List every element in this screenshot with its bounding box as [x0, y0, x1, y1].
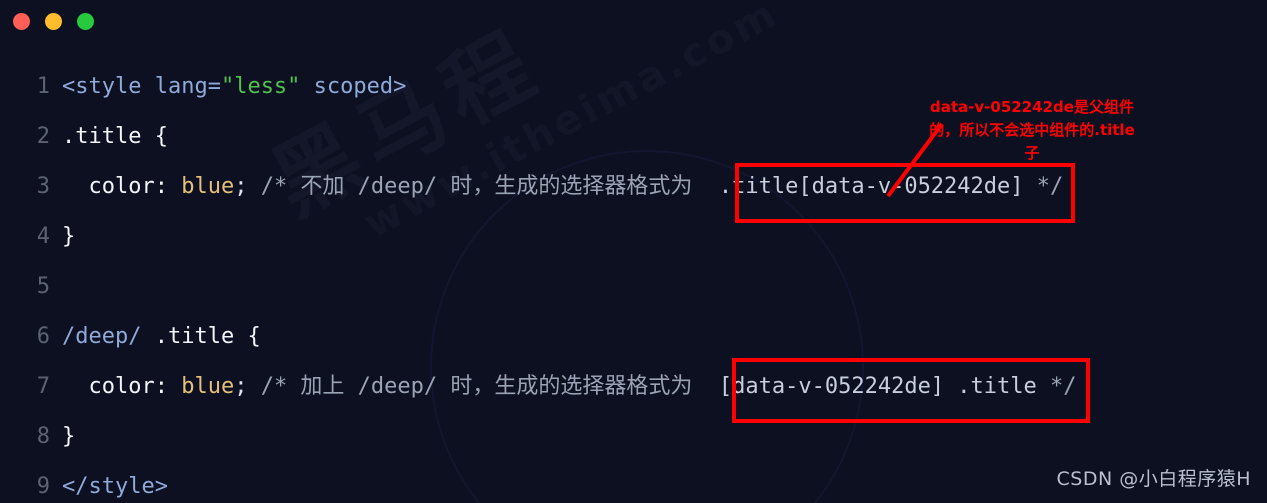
code-token: }: [62, 224, 76, 249]
line-number: 6: [36, 324, 50, 349]
line-number: 9: [36, 474, 50, 499]
code-token: .title {: [62, 124, 168, 149]
code-line[interactable]: 7 color: blue; /* 加上 /deep/ 时，生成的选择器格式为 …: [0, 362, 1267, 412]
close-window-button[interactable]: [13, 13, 30, 30]
line-text: color: blue; /* 加上 /deep/ 时，生成的选择器格式为 [d…: [62, 362, 1077, 412]
code-token: .title {: [141, 324, 261, 349]
line-text: </style>: [62, 462, 168, 503]
line-text: .title {: [62, 112, 168, 162]
line-text: /deep/ .title {: [62, 312, 261, 362]
maximize-window-button[interactable]: [77, 13, 94, 30]
line-number: 7: [36, 374, 50, 399]
line-number: 3: [36, 174, 50, 199]
line-number: 1: [36, 74, 50, 99]
code-token: ;: [234, 174, 248, 199]
code-line[interactable]: 8}: [0, 412, 1267, 462]
line-number: 2: [36, 124, 50, 149]
line-text: color: blue; /* 不加 /deep/ 时，生成的选择器格式为 .t…: [62, 162, 1063, 212]
minimize-window-button[interactable]: [45, 13, 62, 30]
code-token: </style>: [62, 474, 168, 499]
code-token: scoped>: [300, 74, 407, 99]
code-token: /* 不加 /deep/ 时，生成的选择器格式为: [247, 174, 706, 199]
code-token: .title[data-v-052242de]: [705, 174, 1037, 199]
code-line[interactable]: 5: [0, 262, 1267, 312]
line-text: <style lang="less" scoped>: [62, 62, 406, 112]
code-token: <style: [62, 74, 155, 99]
code-line[interactable]: 3 color: blue; /* 不加 /deep/ 时，生成的选择器格式为 …: [0, 162, 1267, 212]
line-text: }: [62, 412, 75, 462]
code-token: blue: [181, 374, 235, 399]
code-token: "less": [220, 74, 301, 99]
code-token: lang=: [154, 74, 221, 99]
code-line[interactable]: 4}: [0, 212, 1267, 262]
code-token: /deep/: [62, 324, 142, 349]
code-token: /* 加上 /deep/ 时，生成的选择器格式为: [247, 374, 706, 399]
code-token: */: [1050, 374, 1077, 399]
csdn-watermark: CSDN @小白程序猿H: [1056, 468, 1251, 490]
code-token: ;: [234, 374, 248, 399]
code-token: color:: [62, 374, 182, 399]
code-token: color:: [62, 174, 182, 199]
line-text: }: [62, 212, 75, 262]
code-line[interactable]: 6/deep/ .title {: [0, 312, 1267, 362]
code-token: [data-v-052242de] .title: [705, 374, 1051, 399]
line-number: 4: [36, 224, 50, 249]
code-token: */: [1036, 174, 1064, 199]
line-number: 5: [36, 274, 50, 299]
annotation-note: data-v-052242de是父组件的，所以不会选中组件的.title子: [929, 98, 1135, 162]
code-token: blue: [181, 174, 235, 199]
screenshot-root: 黑马程 www.itheima.com 1 <style lang="less" …: [0, 0, 1267, 503]
code-token: }: [62, 424, 76, 449]
line-number: 8: [36, 424, 50, 449]
window-titlebar: [0, 0, 1267, 46]
